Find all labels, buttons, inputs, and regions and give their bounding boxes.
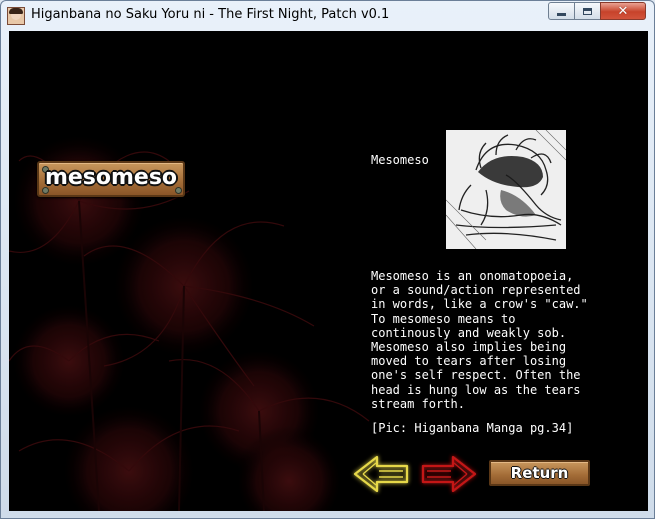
description-line: stream forth. — [371, 396, 465, 411]
description-line: continously and weakly sob. — [371, 325, 567, 340]
next-entry-button[interactable] — [417, 451, 481, 497]
description-line: or a sound/action represented — [371, 283, 581, 298]
close-icon: ✕ — [617, 3, 629, 19]
window-title: Higanbana no Saku Yoru ni - The First Ni… — [31, 7, 390, 22]
minimize-button[interactable] — [548, 2, 575, 20]
manga-panel-image — [446, 130, 566, 249]
description-line: To mesomeso means to — [371, 311, 516, 326]
description-line: one's self respect. Often the — [371, 368, 581, 383]
term-label: mesomeso — [44, 165, 178, 190]
entry-description: Mesomeso is an onomatopoeia, or a sound/… — [371, 269, 601, 411]
description-line: Mesomeso also implies being — [371, 340, 567, 355]
app-icon — [7, 7, 25, 25]
description-line: in words, like a crow's "caw." — [371, 297, 588, 312]
maximize-button[interactable] — [574, 2, 601, 20]
picture-citation: [Pic: Higanbana Manga pg.34] — [371, 421, 574, 435]
entry-title: Mesomeso — [371, 153, 429, 167]
arrow-right-icon — [421, 455, 477, 493]
maximize-icon — [583, 7, 592, 15]
close-button[interactable]: ✕ — [600, 2, 646, 20]
title-bar[interactable]: Higanbana no Saku Yoru ni - The First Ni… — [1, 1, 654, 31]
minimize-icon — [557, 12, 566, 16]
description-line: moved to tears after losing — [371, 354, 567, 369]
game-window: Higanbana no Saku Yoru ni - The First Ni… — [0, 0, 655, 519]
previous-entry-button[interactable] — [349, 451, 413, 497]
game-screen: mesomeso Mesomeso Mesomeso is an onomato… — [9, 31, 648, 511]
term-plaque: mesomeso — [37, 161, 185, 197]
return-label: Return — [510, 464, 569, 482]
arrow-left-icon — [353, 455, 409, 493]
return-button[interactable]: Return — [489, 460, 590, 486]
description-line: head is hung low as the tears — [371, 382, 581, 397]
description-line: Mesomeso is an onomatopoeia, — [371, 269, 574, 283]
